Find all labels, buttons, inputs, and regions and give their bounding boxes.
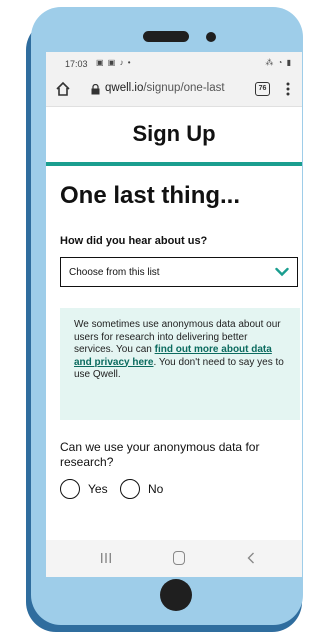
phone-home-button[interactable] (160, 579, 192, 611)
notification-icons: ▣ ▣ ♪ • (96, 58, 132, 67)
tab-switcher-button[interactable]: 76 (255, 82, 270, 96)
form-heading: One last thing... (60, 182, 241, 209)
android-nav-bar (46, 540, 302, 577)
header-accent-bar (46, 162, 302, 166)
nav-home-icon[interactable] (173, 551, 185, 565)
chevron-down-icon (275, 267, 289, 277)
page-title: Sign Up (132, 121, 216, 146)
source-select-value: Choose from this list (69, 267, 160, 278)
url-domain: qwell.io (105, 82, 144, 94)
radio-yes[interactable] (60, 479, 80, 499)
research-radio-group: Yes No (60, 479, 260, 501)
signal-battery-icons: ⁂ ◔ ▮ (265, 58, 292, 67)
privacy-info-box: We sometimes use anonymous data about ou… (60, 308, 300, 420)
phone-speaker (143, 31, 189, 42)
status-time: 17:03 (65, 59, 88, 69)
more-vert-icon[interactable] (286, 81, 290, 97)
radio-yes-label[interactable]: Yes (88, 482, 108, 496)
phone-camera (206, 32, 216, 42)
radio-no[interactable] (120, 479, 140, 499)
url-path: /signup/one-last (143, 82, 225, 94)
radio-no-label[interactable]: No (148, 482, 163, 496)
recents-icon[interactable] (100, 552, 112, 564)
browser-url-bar: qwell.io/signup/one-last 76 (46, 74, 302, 107)
research-question-label: Can we use your anonymous data for resea… (60, 440, 260, 469)
site-header: Sign Up (46, 107, 302, 161)
lock-icon (91, 84, 100, 95)
url-text[interactable]: qwell.io/signup/one-last (105, 82, 225, 94)
source-select[interactable]: Choose from this list (60, 257, 298, 287)
phone-screen: 17:03 ▣ ▣ ♪ • ⁂ ◔ ▮ qwell.io/signup/one-… (46, 52, 302, 577)
home-icon[interactable] (54, 80, 72, 98)
status-bar: 17:03 ▣ ▣ ♪ • ⁂ ◔ ▮ (46, 52, 302, 74)
back-icon[interactable] (247, 552, 255, 564)
source-question-label: How did you hear about us? (60, 235, 208, 247)
